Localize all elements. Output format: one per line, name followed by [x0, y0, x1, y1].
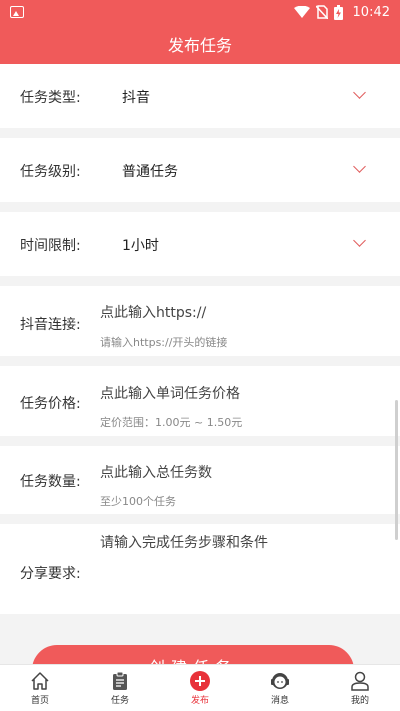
- task-count-row: 任务数量: 点此输入总任务数 至少100个任务: [0, 446, 400, 514]
- tab-messages[interactable]: 消息: [240, 665, 320, 711]
- time-limit-value: 1小时: [122, 238, 159, 254]
- tab-publish-label: 发布: [190, 696, 209, 706]
- user-icon: [351, 671, 369, 691]
- douyin-link-label: 抖音连接:: [20, 317, 81, 333]
- share-requirement-textarea[interactable]: 请输入完成任务步骤和条件: [100, 532, 268, 552]
- douyin-link-input[interactable]: 点此输入https://: [100, 302, 206, 322]
- task-type-select[interactable]: 任务类型: 抖音: [0, 64, 400, 128]
- task-price-input[interactable]: 点此输入单词任务价格: [100, 383, 240, 403]
- tab-profile-label: 我的: [350, 696, 369, 706]
- share-requirement-row: 分享要求: 请输入完成任务步骤和条件: [0, 524, 400, 614]
- tab-publish[interactable]: 发布: [160, 665, 240, 711]
- tab-profile[interactable]: 我的: [320, 665, 400, 711]
- tab-tasks-label: 任务: [110, 696, 129, 706]
- status-time: 10:42: [352, 4, 390, 20]
- no-sim-icon: [315, 5, 328, 19]
- wifi-icon: [293, 6, 310, 18]
- task-count-hint: 至少100个任务: [100, 495, 176, 508]
- task-price-label: 任务价格:: [20, 396, 81, 412]
- douyin-link-row: 抖音连接: 点此输入https:// 请输入https://开头的链接: [0, 286, 400, 356]
- plus-circle-icon: [190, 671, 210, 691]
- scrollbar[interactable]: [395, 400, 398, 540]
- task-price-row: 任务价格: 点此输入单词任务价格 定价范围：1.00元 ~ 1.50元: [0, 366, 400, 436]
- image-notification-icon: [10, 6, 24, 18]
- time-limit-label: 时间限制:: [20, 238, 81, 254]
- battery-charging-icon: [333, 4, 343, 20]
- douyin-link-hint: 请输入https://开头的链接: [100, 336, 228, 349]
- task-level-value: 普通任务: [122, 164, 178, 180]
- bottom-tab-bar: 首页 任务 发布 消息 我的: [0, 664, 400, 711]
- chevron-down-icon: [353, 86, 366, 99]
- task-count-label: 任务数量:: [20, 474, 81, 490]
- tab-tasks[interactable]: 任务: [80, 665, 160, 711]
- header: 发布任务: [0, 24, 400, 64]
- task-type-value: 抖音: [122, 90, 150, 106]
- share-requirement-label: 分享要求:: [20, 566, 81, 582]
- tab-messages-label: 消息: [270, 696, 289, 706]
- tab-home[interactable]: 首页: [0, 665, 80, 711]
- task-level-select[interactable]: 任务级别: 普通任务: [0, 138, 400, 202]
- clipboard-icon: [113, 671, 127, 690]
- headset-icon: [271, 673, 289, 689]
- chevron-down-icon: [353, 234, 366, 247]
- task-count-input[interactable]: 点此输入总任务数: [100, 462, 212, 482]
- task-type-label: 任务类型:: [20, 90, 81, 106]
- home-icon: [31, 672, 49, 690]
- page-title: 发布任务: [167, 36, 232, 55]
- status-icons: 10:42: [293, 4, 390, 20]
- chevron-down-icon: [353, 160, 366, 173]
- status-bar: 10:42: [0, 0, 400, 24]
- task-level-label: 任务级别:: [20, 164, 81, 180]
- time-limit-select[interactable]: 时间限制: 1小时: [0, 212, 400, 276]
- task-price-hint: 定价范围：1.00元 ~ 1.50元: [100, 416, 243, 429]
- tab-home-label: 首页: [30, 696, 49, 706]
